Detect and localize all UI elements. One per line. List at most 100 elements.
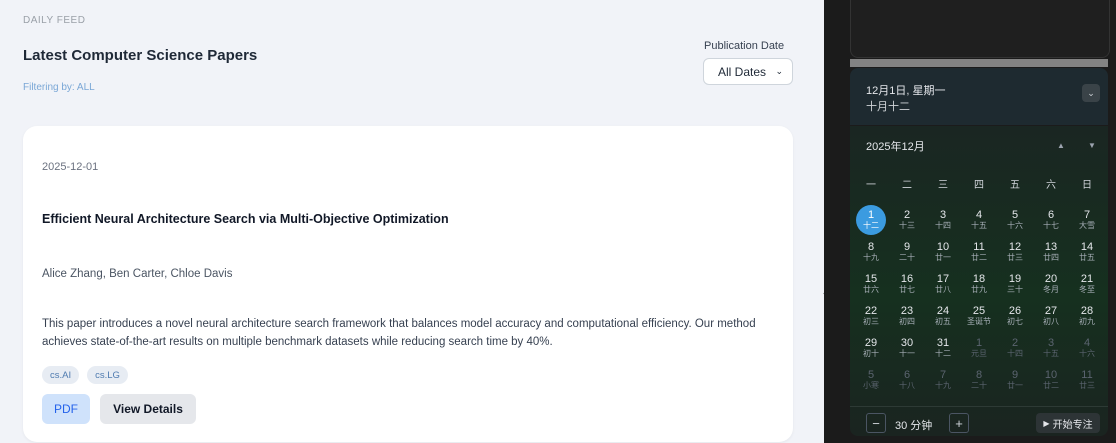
calendar-day[interactable]: 12 廿三 [997,236,1033,268]
day-number: 9 [1011,369,1019,382]
calendar-day[interactable]: 26 初七 [997,300,1033,332]
calendar-day[interactable]: 29 初十 [853,332,889,364]
lunar-label: 廿三 [1079,380,1095,390]
calendar-day[interactable]: 10 廿一 [925,236,961,268]
lunar-label: 初八 [1043,316,1059,326]
calendar-day[interactable]: 21 冬至 [1069,268,1105,300]
calendar-day[interactable]: 9 廿一 [997,364,1033,396]
publication-date-select[interactable]: All Dates ⌄ [703,58,793,85]
calendar-day[interactable]: 20 冬月 [1033,268,1069,300]
lunar-label: 廿六 [863,284,879,294]
calendar-day[interactable]: 6 十七 [1033,204,1069,236]
calendar-day[interactable]: 18 廿九 [961,268,997,300]
increase-focus-button[interactable]: + [949,413,969,433]
calendar-month-label[interactable]: 2025年12月 [866,138,925,154]
lunar-label: 十九 [863,252,879,262]
decrease-focus-button[interactable]: − [866,413,886,433]
lunar-label: 廿五 [1079,252,1095,262]
calendar-day[interactable]: 7 十九 [925,364,961,396]
lunar-label: 十三 [899,220,915,230]
calendar-day[interactable]: 14 廿五 [1069,236,1105,268]
collapse-calendar-button[interactable]: ⌄ [1082,84,1100,102]
calendar-day[interactable]: 10 廿二 [1033,364,1069,396]
previous-month-icon[interactable]: ▲ [1057,141,1065,150]
lunar-label: 初四 [899,316,915,326]
calendar-day[interactable]: 7 大雪 [1069,204,1105,236]
publication-date-label: Publication Date [704,40,785,52]
pdf-button[interactable]: PDF [42,394,90,424]
calendar-day[interactable]: 11 廿二 [961,236,997,268]
calendar-day[interactable]: 5 十六 [997,204,1033,236]
notification-preview [850,0,1110,58]
day-number: 2 [1011,337,1019,350]
day-number: 17 [936,273,950,286]
day-number: 1 [975,337,983,350]
day-number: 4 [975,209,983,222]
calendar-day[interactable]: 4 十五 [961,204,997,236]
tag-cs-lg[interactable]: cs.LG [87,366,128,384]
calendar-day[interactable]: 13 廿四 [1033,236,1069,268]
chevron-down-icon: ⌄ [1087,87,1095,98]
calendar-day[interactable]: 16 廿七 [889,268,925,300]
day-number: 8 [975,369,983,382]
calendar-day[interactable]: 17 廿八 [925,268,961,300]
focus-bar: − 30 分钟 + ▶ 开始专注 [850,406,1108,437]
lunar-label: 十七 [1043,220,1059,230]
lunar-label: 冬至 [1079,284,1095,294]
day-number: 7 [1083,209,1091,222]
day-number: 13 [1044,241,1058,254]
weekday-label: 一 [866,180,876,191]
day-number: 4 [1083,337,1091,350]
day-number: 1 [867,209,875,222]
lunar-label: 十五 [1043,348,1059,358]
lunar-label: 十六 [1007,220,1023,230]
calendar-day[interactable]: 4 十六 [1069,332,1105,364]
calendar-day[interactable]: 6 十八 [889,364,925,396]
play-icon: ▶ [1043,418,1050,428]
weekday-header: 一二三四五六日 [853,176,1105,191]
calendar-day[interactable]: 2 十三 [889,204,925,236]
calendar-day[interactable]: 24 初五 [925,300,961,332]
calendar-day[interactable]: 1 元旦 [961,332,997,364]
preview-strip [850,59,1108,67]
calendar-day[interactable]: 22 初三 [853,300,889,332]
day-number: 9 [903,241,911,254]
day-number: 19 [1008,273,1022,286]
calendar-day[interactable]: 11 廿三 [1069,364,1105,396]
lunar-label: 初十 [863,348,879,358]
lunar-label: 廿一 [935,252,951,262]
lunar-label: 十一 [899,348,915,358]
day-number: 29 [864,337,878,350]
date-select-value: All Dates [718,64,767,79]
start-focus-button[interactable]: ▶ 开始专注 [1036,413,1100,433]
view-details-button[interactable]: View Details [100,394,196,424]
calendar-day[interactable]: 28 初九 [1069,300,1105,332]
lunar-label: 廿九 [971,284,987,294]
calendar-day[interactable]: 25 圣诞节 [961,300,997,332]
calendar-day[interactable]: 30 十一 [889,332,925,364]
calendar-day[interactable]: 9 二十 [889,236,925,268]
tag-cs-ai[interactable]: cs.AI [42,366,80,384]
lunar-label: 三十 [1007,284,1023,294]
calendar-day[interactable]: 15 廿六 [853,268,889,300]
weekday-label: 五 [1010,180,1020,191]
calendar-day-selected[interactable]: 1 十二 [856,205,886,235]
calendar-day[interactable]: 5 小寒 [853,364,889,396]
calendar-day[interactable]: 8 二十 [961,364,997,396]
calendar-day[interactable]: 2 十四 [997,332,1033,364]
calendar-day[interactable]: 27 初八 [1033,300,1069,332]
start-focus-label: 开始专注 [1052,419,1093,431]
day-number: 5 [867,369,875,382]
lunar-label: 廿二 [1043,380,1059,390]
calendar-body: 2025年12月 ▲ ▼ 一二三四五六日 1 十二 2 十三 3 十四 4 十五 5 十六 6 十七 7… [850,126,1108,436]
calendar-day[interactable]: 3 十五 [1033,332,1069,364]
calendar-day[interactable]: 19 三十 [997,268,1033,300]
calendar-day[interactable]: 31 十二 [925,332,961,364]
calendar-day[interactable]: 3 十四 [925,204,961,236]
next-month-icon[interactable]: ▼ [1088,141,1096,150]
calendar-day[interactable]: 8 十九 [853,236,889,268]
lunar-label: 十二 [863,220,879,230]
calendar-day[interactable]: 23 初四 [889,300,925,332]
lunar-label: 元旦 [971,348,987,358]
day-number: 21 [1080,273,1094,286]
